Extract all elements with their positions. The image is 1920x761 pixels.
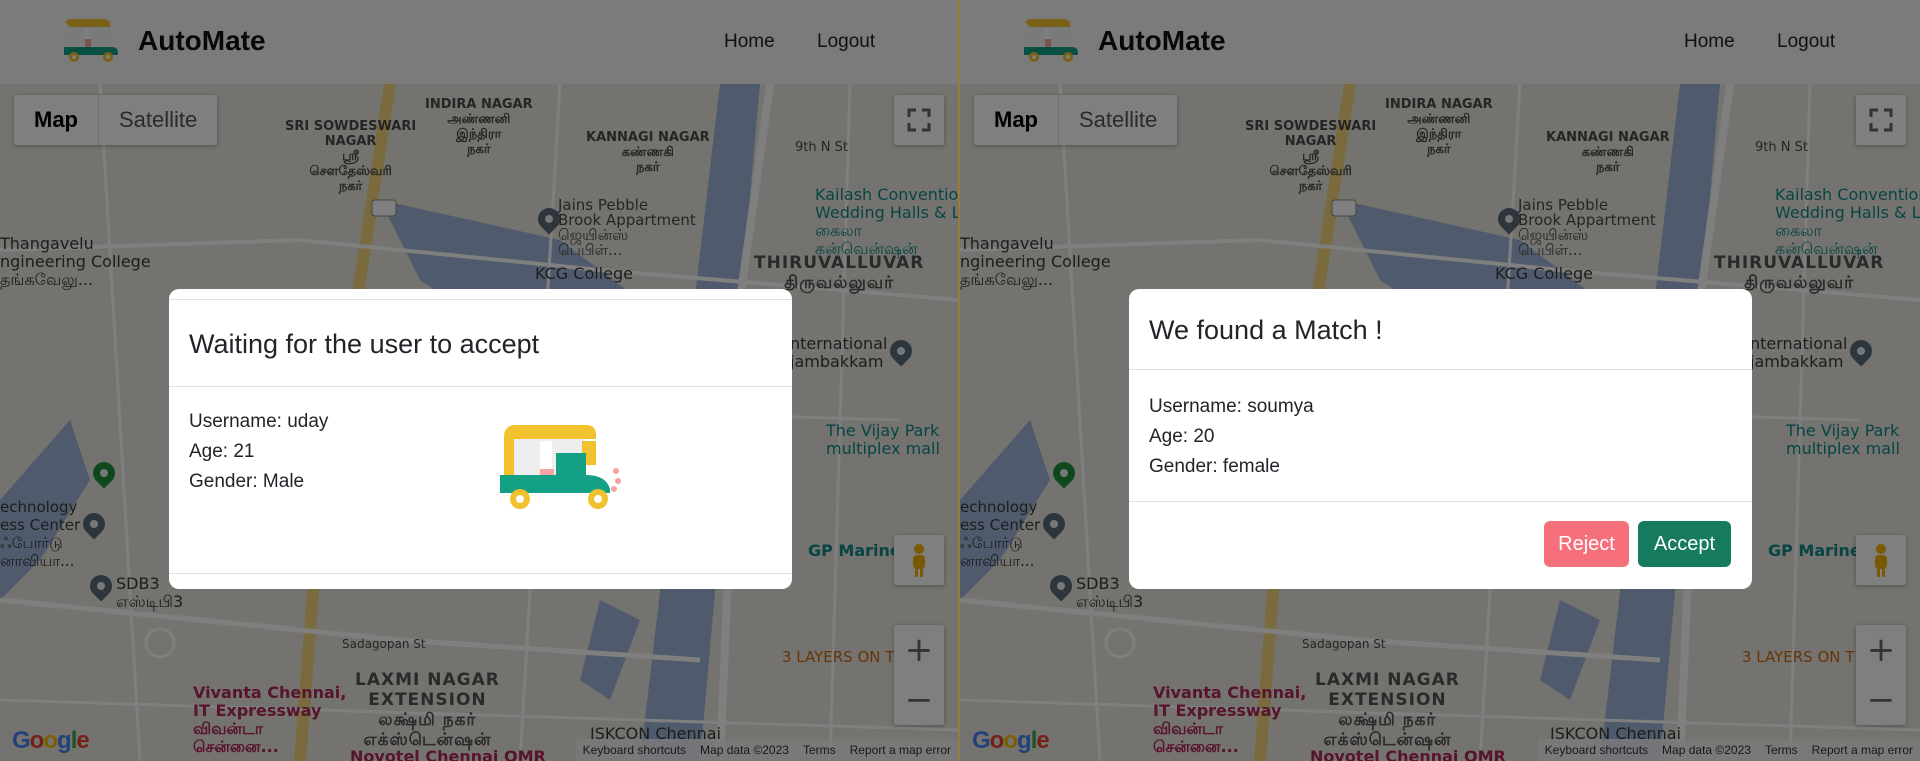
age-label: Age: 20 — [1149, 426, 1215, 447]
match-modal: We found a Match ! Username: soumya Age:… — [1129, 289, 1752, 589]
gender-label: Gender: female — [1149, 456, 1280, 477]
age-label: Age: 21 — [189, 441, 255, 462]
gender-label: Gender: Male — [189, 471, 305, 492]
right-pane: INDIRA NAGARஅண்ணனிஇந்திராநகர் SRI SOWDES… — [960, 0, 1920, 761]
waiting-modal: Waiting for the user to accept Username:… — [169, 289, 792, 589]
modal-title: Waiting for the user to accept — [189, 329, 540, 359]
left-pane: INDIRA NAGARஅண்ணனிஇந்திராநகர் SRI SOWDES… — [0, 0, 960, 761]
user-info: Username: soumya Age: 20 Gender: female — [1149, 392, 1314, 482]
modal-title: We found a Match ! — [1149, 315, 1383, 345]
username-label: Username: uday — [189, 411, 329, 432]
user-info: Username: uday Age: 21 Gender: Male — [189, 407, 328, 497]
reject-button[interactable]: Reject — [1544, 521, 1629, 567]
accept-button[interactable]: Accept — [1638, 521, 1731, 567]
username-label: Username: soumya — [1149, 396, 1314, 417]
auto-rickshaw-icon — [500, 425, 621, 509]
